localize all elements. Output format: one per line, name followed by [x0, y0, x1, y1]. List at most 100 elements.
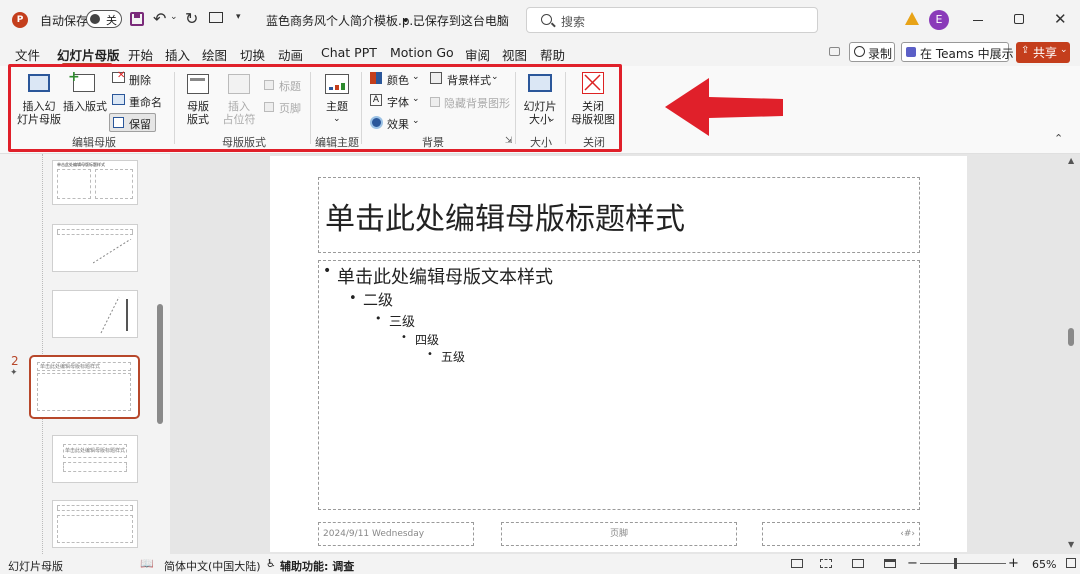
language-status[interactable]: 简体中文(中国大陆): [164, 558, 261, 574]
tab-transitions[interactable]: 切换: [240, 45, 265, 64]
group-separator: [515, 72, 516, 144]
date-placeholder[interactable]: 2024/9/11 Wednesday: [318, 522, 474, 546]
zoom-level[interactable]: 65%: [1032, 558, 1056, 571]
thumbnail-title: 单击此处编辑母版标题样式: [40, 364, 101, 370]
title-placeholder[interactable]: 单击此处编辑母版标题样式: [318, 177, 920, 253]
theme-button[interactable]: 主题: [320, 100, 354, 113]
slide-thumbnail[interactable]: 单击此处编辑母版标题样式: [52, 160, 138, 205]
save-icon[interactable]: [130, 12, 144, 26]
hide-background-label: 隐藏背景图形: [444, 97, 510, 110]
save-status[interactable]: • 已保存到这台电脑: [402, 12, 509, 29]
group-separator: [174, 72, 175, 144]
footer-checkbox[interactable]: [264, 102, 274, 112]
fit-to-window-icon[interactable]: [1066, 558, 1076, 568]
comment-icon[interactable]: [829, 47, 840, 56]
tab-help[interactable]: 帮助: [540, 45, 565, 64]
warning-icon[interactable]: [905, 12, 919, 25]
vertical-scrollbar[interactable]: [1068, 328, 1074, 346]
chevron-down-icon: ⌄: [412, 72, 420, 82]
footer-placeholder[interactable]: 页脚: [501, 522, 737, 546]
redo-icon[interactable]: ↻: [185, 9, 198, 28]
teams-present-button[interactable]: 在 Teams 中展示: [901, 42, 1014, 62]
slide-sorter-icon[interactable]: [820, 559, 832, 568]
tab-motiongo[interactable]: Motion Go: [390, 45, 454, 60]
close-icon[interactable]: ✕: [1054, 10, 1067, 28]
bullet-icon: •: [323, 263, 332, 279]
background-styles-button[interactable]: 背景样式: [447, 72, 491, 88]
slide-thumbnail[interactable]: 单击此处编辑母版标题样式: [52, 435, 138, 483]
effects-button[interactable]: 效果: [387, 116, 409, 132]
insert-layout-button[interactable]: 插入版式: [62, 100, 108, 113]
page-number-placeholder[interactable]: ‹#›: [762, 522, 920, 546]
slide-thumbnail-selected[interactable]: 单击此处编辑母版标题样式: [29, 355, 140, 419]
thumbnail-title: 单击此处编辑母版标题样式: [57, 162, 105, 167]
spelling-icon[interactable]: 📖: [140, 557, 154, 570]
group-label-edit-master: 编辑母版: [72, 136, 116, 149]
undo-dropdown-icon[interactable]: ⌄: [170, 12, 178, 22]
bullet-icon: •: [427, 349, 433, 360]
avatar[interactable]: E: [929, 10, 949, 30]
tab-slide-master[interactable]: 幻灯片母版: [57, 45, 120, 64]
rename-button[interactable]: 重命名: [129, 94, 162, 110]
record-button[interactable]: 录制: [849, 42, 895, 62]
zoom-slider[interactable]: [920, 558, 1006, 569]
footer-checkbox-label: 页脚: [279, 102, 301, 115]
tab-home[interactable]: 开始: [128, 45, 153, 64]
colors-button[interactable]: 颜色: [387, 72, 409, 88]
red-arrow-annotation: [665, 78, 783, 136]
title-checkbox[interactable]: [264, 80, 274, 90]
reading-view-icon[interactable]: [852, 559, 864, 568]
accessibility-status[interactable]: 辅助功能: 调查: [280, 558, 354, 574]
slideshow-icon[interactable]: [884, 559, 896, 568]
slide-workspace: 单击此处编辑母版标题样式 • 单击此处编辑母版文本样式 • 二级 • 三级 • …: [170, 154, 1080, 554]
chevron-down-icon[interactable]: ⌄: [496, 11, 504, 22]
tab-animations[interactable]: 动画: [278, 45, 303, 64]
title-bar: P 自动保存 关 ↶ ⌄ ↻ ▾ 蓝色商务风个人简介模板.p... • 已保存到…: [0, 0, 1080, 40]
zoom-slider-thumb[interactable]: [954, 558, 957, 569]
tab-chatppt[interactable]: Chat PPT: [321, 45, 377, 60]
slide-canvas[interactable]: 单击此处编辑母版标题样式 • 单击此处编辑母版文本样式 • 二级 • 三级 • …: [270, 156, 967, 552]
tab-view[interactable]: 视图: [502, 45, 527, 64]
teams-icon: [906, 47, 916, 57]
present-icon[interactable]: [209, 12, 223, 23]
chevron-down-icon: ⌄: [491, 72, 499, 82]
insert-placeholder-button[interactable]: 插入 占位符: [218, 100, 260, 126]
minimize-icon[interactable]: [973, 20, 983, 21]
scroll-up-icon[interactable]: ▲: [1068, 156, 1074, 165]
slide-thumbnail[interactable]: [52, 500, 138, 548]
autosave-toggle[interactable]: 关: [86, 10, 122, 28]
tab-review[interactable]: 审阅: [465, 45, 490, 64]
body-placeholder[interactable]: • 单击此处编辑母版文本样式 • 二级 • 三级 • 四级 • 五级: [318, 260, 920, 510]
chevron-down-icon: ⌄: [1060, 45, 1068, 55]
search-box[interactable]: 搜索: [526, 7, 818, 33]
collapse-ribbon-icon[interactable]: ⌃: [1054, 132, 1063, 145]
close-master-view-button[interactable]: 关闭 母版视图: [570, 100, 616, 126]
share-button[interactable]: ⇪ 共享 ⌄: [1016, 42, 1070, 63]
fonts-icon: A: [370, 94, 382, 106]
delete-icon: ✕: [112, 70, 125, 83]
fonts-button[interactable]: 字体: [387, 94, 409, 110]
scroll-down-icon[interactable]: ▼: [1068, 540, 1074, 549]
thumbnail-scrollbar[interactable]: [157, 304, 163, 424]
zoom-out-icon[interactable]: −: [907, 556, 918, 571]
insert-master-icon: [28, 74, 50, 92]
hide-background-checkbox[interactable]: [430, 97, 440, 107]
zoom-in-icon[interactable]: +: [1008, 556, 1019, 571]
customize-toolbar-icon[interactable]: ▾: [236, 12, 241, 22]
delete-button[interactable]: 删除: [129, 72, 151, 88]
thumbnail-pane: 单击此处编辑母版标题样式 2 ✦ 单击此处编辑母版标题样式 单击此处编辑母版标题…: [0, 154, 170, 554]
master-layout-button[interactable]: 母版 版式: [181, 100, 215, 126]
slide-thumbnail[interactable]: [52, 224, 138, 272]
tab-file[interactable]: 文件: [15, 45, 40, 64]
tab-draw[interactable]: 绘图: [202, 45, 227, 64]
insert-slide-master-button[interactable]: 插入幻 灯片母版: [14, 100, 64, 126]
undo-icon[interactable]: ↶: [153, 9, 166, 28]
normal-view-icon[interactable]: [791, 559, 803, 568]
preserve-button[interactable]: 保留: [109, 113, 156, 132]
theme-icon: [325, 74, 349, 94]
slide-thumbnail[interactable]: [52, 290, 138, 338]
dialog-launcher-icon[interactable]: ⇲: [505, 136, 513, 146]
document-title[interactable]: 蓝色商务风个人简介模板.p...: [266, 12, 421, 29]
restore-icon[interactable]: [1014, 14, 1024, 24]
tab-insert[interactable]: 插入: [165, 45, 190, 64]
